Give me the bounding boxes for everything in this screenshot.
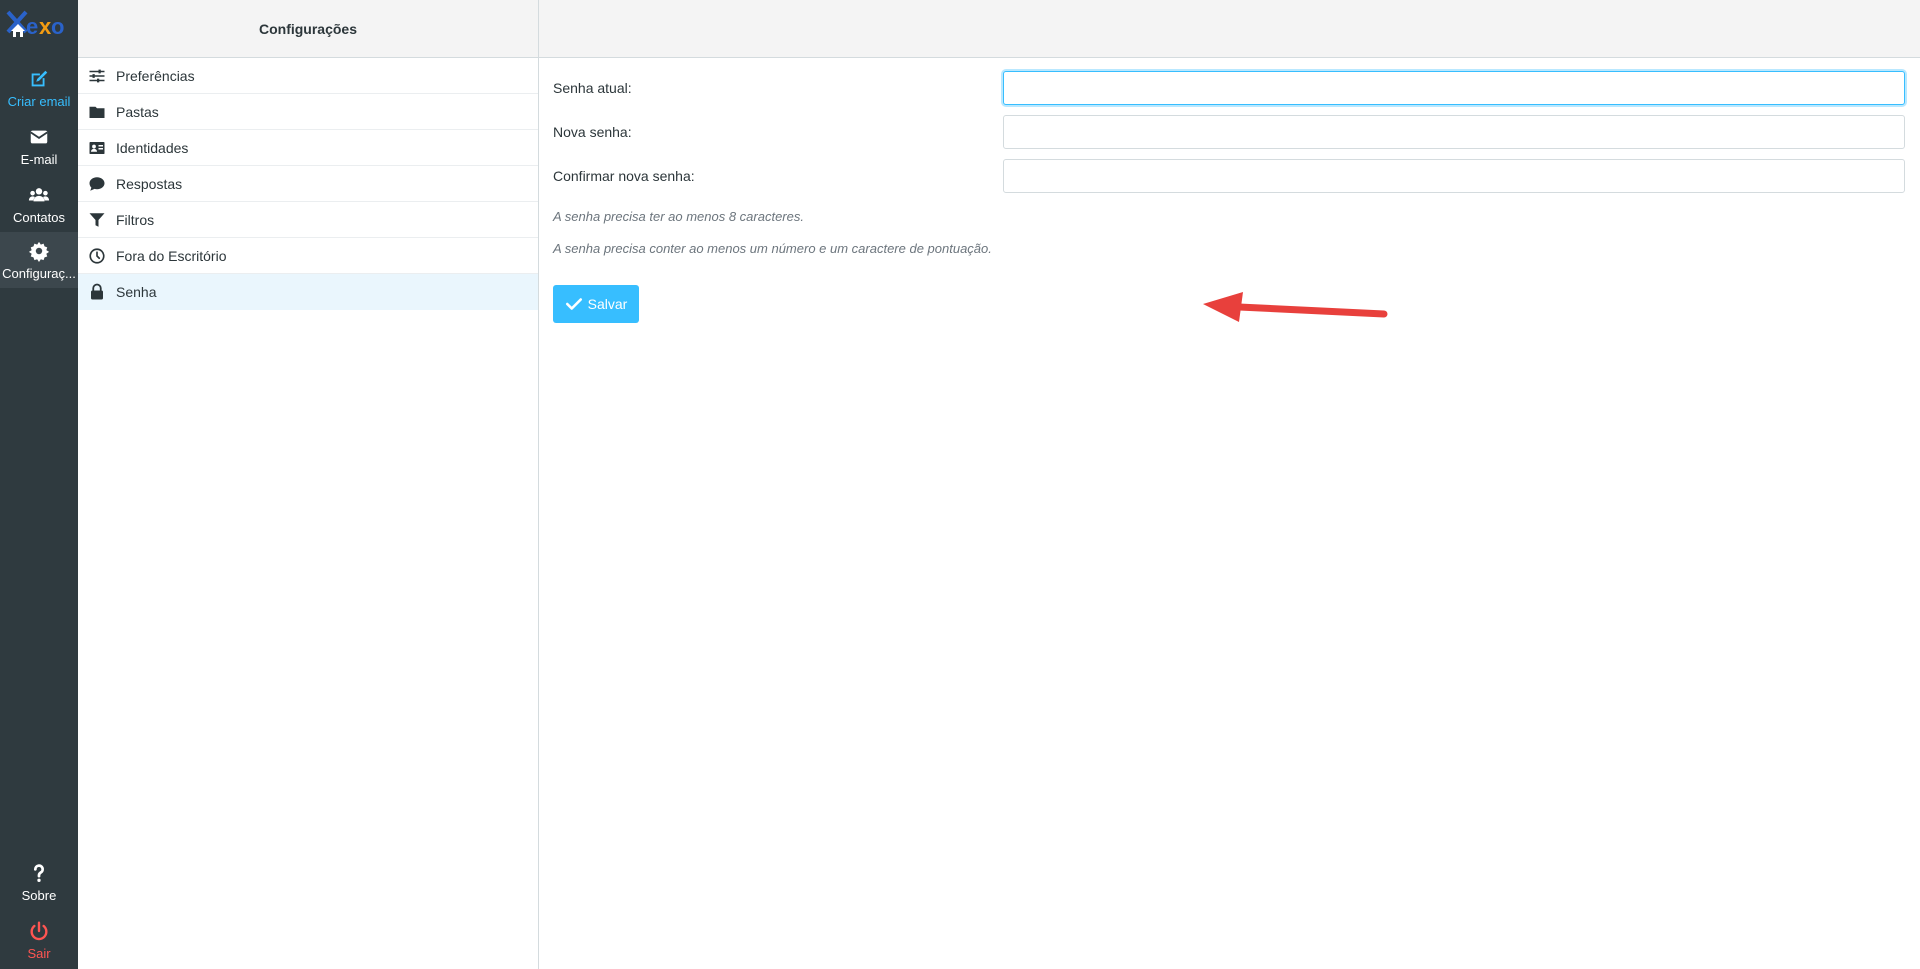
question-icon: [33, 863, 44, 882]
rail-contacts-button[interactable]: Contatos: [0, 176, 78, 232]
current-password-row: Senha atual:: [553, 71, 1905, 105]
new-password-row: Nova senha:: [553, 115, 1905, 149]
envelope-icon: [30, 130, 48, 143]
settings-item-password[interactable]: Senha: [78, 274, 538, 310]
settings-item-preferences[interactable]: Preferências: [78, 58, 538, 94]
rail-settings-button[interactable]: Configuraç...: [0, 232, 78, 288]
comment-icon: [89, 176, 105, 191]
save-button-label: Salvar: [587, 296, 628, 312]
rail-contacts-label: Contatos: [12, 209, 66, 225]
settings-item-label: Identidades: [116, 139, 189, 156]
settings-item-label: Fora do Escritório: [116, 247, 227, 264]
confirm-password-row: Confirmar nova senha:: [553, 159, 1905, 193]
svg-text:e: e: [26, 14, 38, 39]
power-icon: [30, 921, 48, 940]
settings-item-identities[interactable]: Identidades: [78, 130, 538, 166]
settings-item-label: Preferências: [116, 67, 195, 84]
content-header: [539, 0, 1920, 58]
users-icon: [28, 187, 50, 201]
svg-text:o: o: [51, 14, 64, 39]
logo[interactable]: e x o: [0, 0, 78, 54]
confirm-password-label: Confirmar nova senha:: [553, 168, 695, 184]
clock-icon: [89, 247, 105, 264]
settings-item-folders[interactable]: Pastas: [78, 94, 538, 130]
id-card-icon: [89, 141, 105, 154]
password-length-hint: A senha precisa ter ao menos 8 caractere…: [553, 209, 804, 224]
folder-icon: [89, 106, 105, 118]
rail-compose-button[interactable]: Criar email: [0, 60, 78, 116]
rail-compose-label: Criar email: [7, 93, 71, 109]
settings-item-label: Senha: [116, 284, 157, 300]
gear-icon: [28, 241, 50, 262]
settings-item-filters[interactable]: Filtros: [78, 202, 538, 238]
new-password-label: Nova senha:: [553, 124, 632, 140]
confirm-password-input[interactable]: [1003, 159, 1905, 193]
rail-about-label: Sobre: [21, 887, 57, 903]
settings-item-label: Filtros: [116, 211, 155, 228]
current-password-label: Senha atual:: [553, 80, 632, 96]
rail-logout-button[interactable]: Sair: [0, 912, 78, 968]
rail-email-label: E-mail: [20, 151, 58, 167]
settings-item-out-of-office[interactable]: Fora do Escritório: [78, 238, 538, 274]
lock-icon: [91, 283, 103, 300]
settings-item-label: Respostas: [116, 175, 183, 192]
sliders-icon: [89, 69, 105, 82]
compose-icon: [31, 70, 48, 86]
current-password-input[interactable]: [1003, 71, 1905, 105]
settings-list-panel: Configurações Preferências Pastas Identi…: [78, 0, 539, 969]
settings-item-responses[interactable]: Respostas: [78, 166, 538, 202]
rail-email-button[interactable]: E-mail: [0, 118, 78, 174]
settings-item-label: Pastas: [116, 103, 159, 120]
save-button[interactable]: Salvar: [553, 285, 639, 323]
rail-about-button[interactable]: Sobre: [0, 854, 78, 910]
rail-logout-label: Sair: [27, 945, 51, 961]
check-icon: [565, 298, 582, 310]
password-settings-panel: Senha atual: Nova senha: Confirmar nova …: [539, 0, 1920, 969]
filter-icon: [89, 212, 105, 227]
rail-settings-label: Configuraç...: [2, 265, 76, 281]
password-complexity-hint: A senha precisa conter ao menos um númer…: [553, 241, 992, 256]
red-arrow-annotation: [1203, 292, 1388, 322]
app-rail: e x o Criar email E-mail Contatos Config…: [0, 0, 78, 969]
settings-title: Configurações: [78, 0, 538, 58]
new-password-input[interactable]: [1003, 115, 1905, 149]
